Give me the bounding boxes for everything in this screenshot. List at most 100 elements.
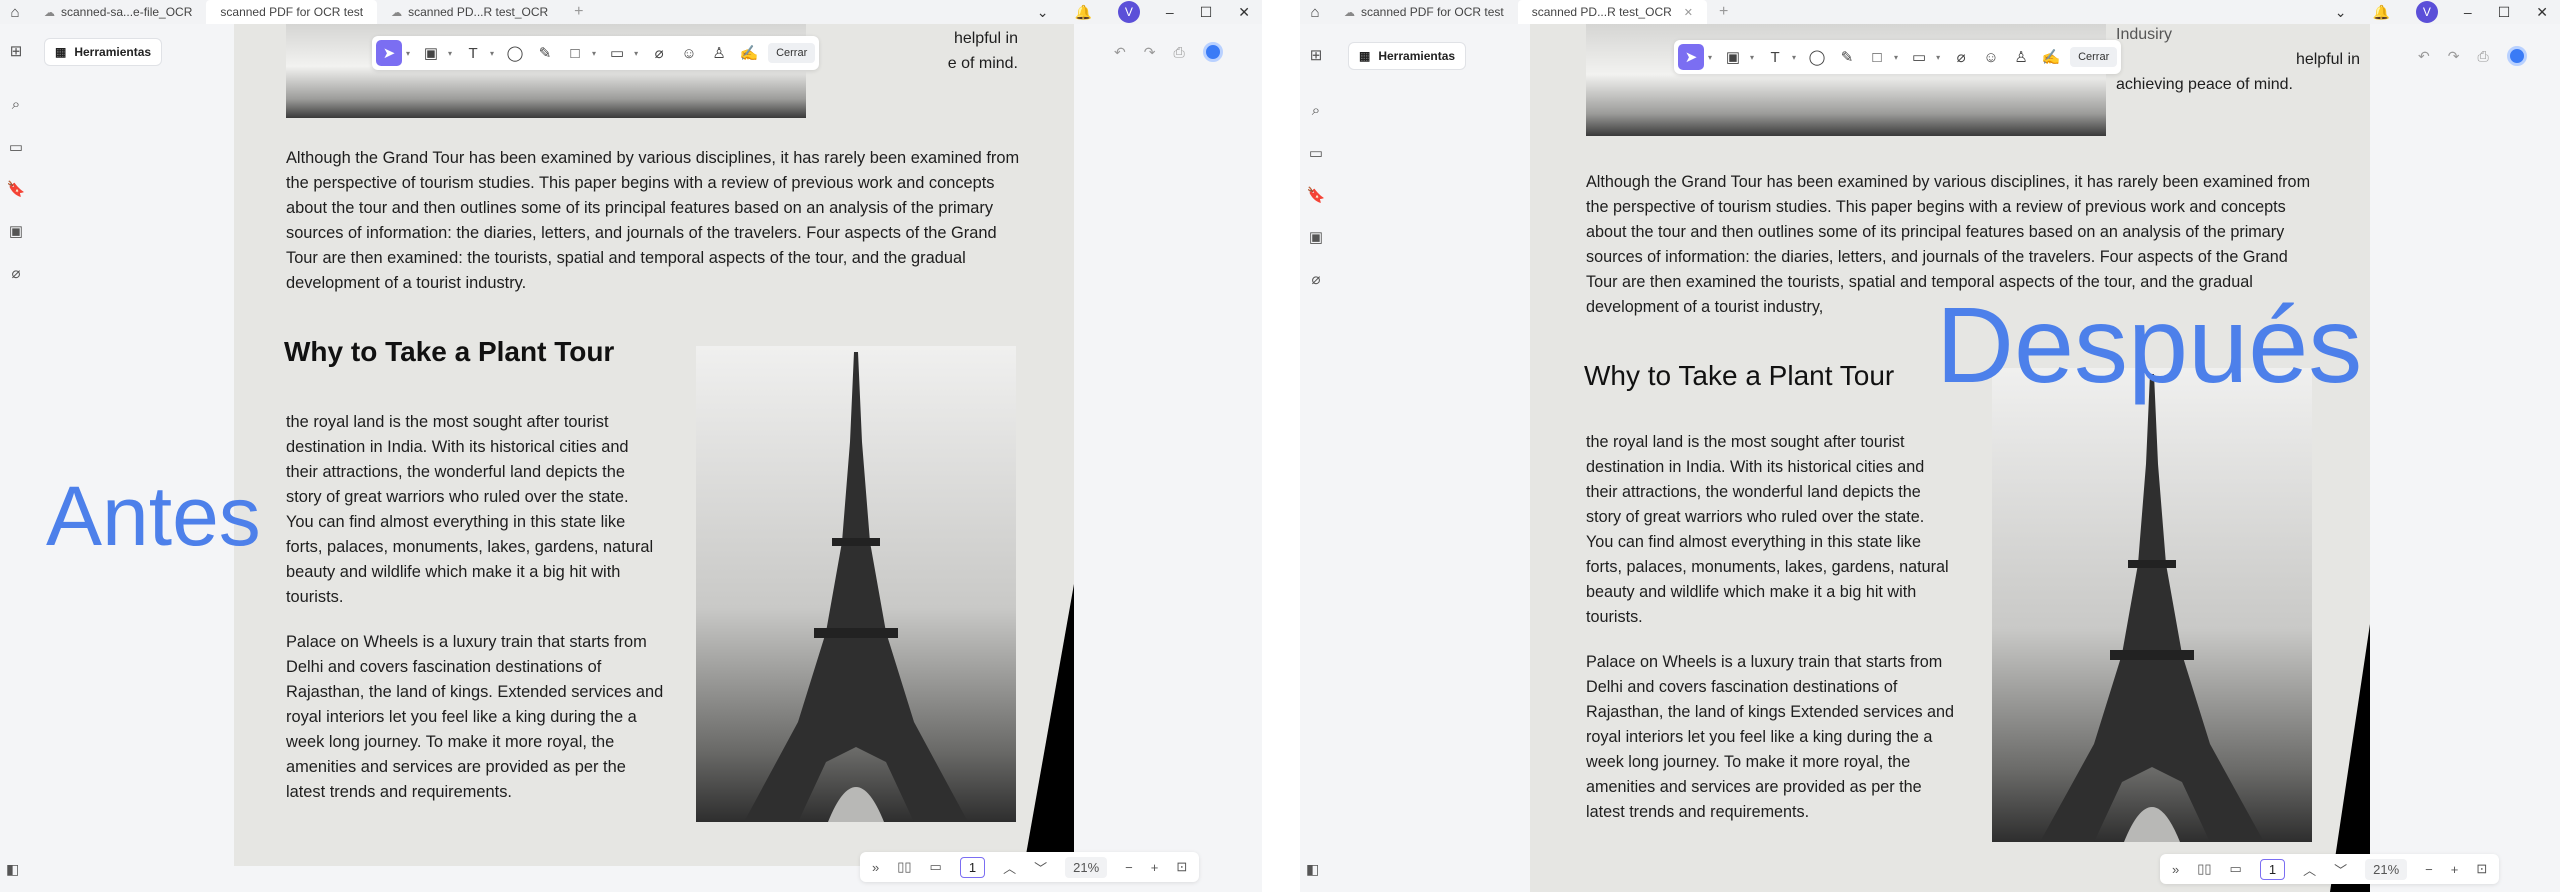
sticker-icon[interactable]: ☺ (1978, 44, 2004, 70)
attachment-icon[interactable]: ⌀ (646, 40, 672, 66)
text-icon[interactable]: T (1762, 44, 1788, 70)
search-icon[interactable]: ⌕ (6, 96, 26, 116)
attachment-icon[interactable]: ⌀ (1306, 270, 1326, 290)
form-field-icon[interactable]: ▭ (604, 40, 630, 66)
page-number-input[interactable]: 1 (959, 856, 986, 878)
chevron-down-icon[interactable]: ▾ (1792, 53, 1796, 62)
bell-icon[interactable]: 🔔 (1074, 4, 1091, 21)
pointer-icon[interactable]: ➤ (1678, 44, 1704, 70)
page-number-input[interactable]: 1 (2259, 858, 2286, 880)
ai-assistant-icon[interactable] (2506, 46, 2527, 66)
tab-scanned-pdf[interactable]: scanned PDF for OCR test (206, 0, 378, 24)
chevron-down-icon[interactable]: ▾ (1894, 53, 1898, 62)
home-icon[interactable]: ⌂ (1300, 4, 1330, 21)
save-icon[interactable]: ⎙ (2477, 48, 2488, 65)
minimize-icon[interactable]: – (2464, 4, 2472, 20)
bookmark-icon[interactable]: 🔖 (1306, 186, 1326, 206)
close-tab-icon[interactable]: ✕ (1684, 6, 1693, 19)
undo-icon[interactable]: ↶ (2418, 48, 2430, 65)
stamp-icon[interactable]: ♙ (706, 40, 732, 66)
close-toolbar-button[interactable]: Cerrar (2070, 47, 2118, 67)
tab-scanned-pdf[interactable]: ☁ scanned PDF for OCR test (1330, 0, 1518, 24)
rectangle-icon[interactable]: □ (562, 40, 588, 66)
comment-icon[interactable]: ▣ (6, 222, 26, 242)
chevron-down-icon[interactable]: ▾ (592, 49, 596, 58)
pages-icon[interactable]: ▭ (1306, 144, 1326, 164)
presentation-icon[interactable]: ▭ (930, 859, 942, 875)
chevron-down-icon[interactable]: ⌄ (2335, 4, 2347, 21)
chevron-down-icon[interactable]: ﹀ (1034, 858, 1047, 877)
chevron-down-icon[interactable]: ▾ (490, 49, 494, 58)
grid-icon[interactable]: ⊞ (1306, 46, 1326, 66)
tab-scanned-pdf-ocr[interactable]: scanned PD...R test_OCR ✕ (1517, 0, 1707, 24)
new-tab-icon[interactable]: + (1707, 3, 1740, 21)
maximize-icon[interactable]: ☐ (1200, 4, 1213, 21)
close-icon[interactable]: ✕ (1238, 4, 1250, 21)
undo-icon[interactable]: ↶ (1114, 44, 1126, 61)
comment-icon[interactable]: ▣ (1306, 228, 1326, 248)
chevron-down-icon[interactable]: ﹀ (2334, 860, 2347, 879)
attachment-icon[interactable]: ⌀ (6, 264, 26, 284)
comment-icon[interactable]: ◯ (502, 40, 528, 66)
zoom-in-icon[interactable]: + (1151, 860, 1159, 875)
pointer-icon[interactable]: ➤ (376, 40, 402, 66)
signature-icon[interactable]: ✍ (2038, 44, 2064, 70)
chevron-down-icon[interactable]: ▾ (1750, 53, 1754, 62)
bell-icon[interactable]: 🔔 (2372, 4, 2389, 21)
chevron-up-icon[interactable]: ︿ (2303, 860, 2316, 879)
chevron-down-icon[interactable]: ▾ (634, 49, 638, 58)
text-icon[interactable]: T (460, 40, 486, 66)
save-icon[interactable]: ⎙ (1173, 44, 1184, 61)
grid-icon[interactable]: ⊞ (6, 42, 26, 62)
avatar[interactable]: V (1117, 1, 1140, 23)
fit-page-icon[interactable]: ⊡ (1176, 859, 1187, 875)
expand-icon[interactable]: » (2172, 862, 2179, 877)
bookmark-icon[interactable]: 🔖 (6, 180, 26, 200)
presentation-icon[interactable]: ▭ (2230, 861, 2242, 877)
redo-icon[interactable]: ↷ (1144, 44, 1156, 61)
avatar[interactable]: V (2415, 1, 2438, 23)
zoom-out-icon[interactable]: − (2425, 862, 2433, 877)
zoom-out-icon[interactable]: − (1125, 860, 1133, 875)
pages-icon[interactable]: ▭ (6, 138, 26, 158)
stamp-icon[interactable]: ♙ (2008, 44, 2034, 70)
tools-button[interactable]: ▦ Herramientas (1348, 42, 1467, 70)
sticker-icon[interactable]: ☺ (676, 40, 702, 66)
chevron-down-icon[interactable]: ▾ (1936, 53, 1940, 62)
pen-icon[interactable]: ✎ (532, 40, 558, 66)
attachment-icon[interactable]: ⌀ (1948, 44, 1974, 70)
sidebar-toggle-icon[interactable]: ◧ (6, 861, 19, 878)
minimize-icon[interactable]: – (1166, 4, 1174, 20)
chevron-down-icon[interactable]: ▾ (1708, 53, 1712, 62)
comment-icon[interactable]: ◯ (1804, 44, 1830, 70)
expand-icon[interactable]: » (872, 860, 879, 875)
page-layout-icon[interactable]: ▯▯ (897, 859, 911, 875)
pen-icon[interactable]: ✎ (1834, 44, 1860, 70)
new-tab-icon[interactable]: + (562, 3, 595, 21)
zoom-in-icon[interactable]: + (2451, 862, 2459, 877)
rectangle-icon[interactable]: □ (1864, 44, 1890, 70)
tab-scanned-pdf-ocr[interactable]: ☁ scanned PD...R test_OCR (377, 0, 562, 24)
page-layout-icon[interactable]: ▯▯ (2197, 861, 2211, 877)
close-icon[interactable]: ✕ (2536, 4, 2548, 21)
close-toolbar-button[interactable]: Cerrar (768, 43, 816, 63)
fit-page-icon[interactable]: ⊡ (2476, 861, 2487, 877)
chevron-down-icon[interactable]: ⌄ (1037, 4, 1049, 21)
signature-icon[interactable]: ✍ (736, 40, 762, 66)
home-icon[interactable]: ⌂ (0, 4, 30, 21)
tab-ocr-sample[interactable]: ☁ scanned-sa...e-file_OCR (30, 0, 206, 24)
form-field-icon[interactable]: ▭ (1906, 44, 1932, 70)
chevron-down-icon[interactable]: ▾ (406, 49, 410, 58)
search-icon[interactable]: ⌕ (1306, 102, 1326, 122)
maximize-icon[interactable]: ☐ (2498, 4, 2511, 21)
ai-assistant-icon[interactable] (1202, 42, 1223, 62)
redo-icon[interactable]: ↷ (2448, 48, 2460, 65)
sidebar-toggle-icon[interactable]: ◧ (1306, 861, 1319, 878)
highlight-box-icon[interactable]: ▣ (1720, 44, 1746, 70)
chevron-up-icon[interactable]: ︿ (1003, 858, 1016, 877)
zoom-level[interactable]: 21% (2365, 858, 2408, 880)
highlight-box-icon[interactable]: ▣ (418, 40, 444, 66)
tools-button[interactable]: ▦ Herramientas (44, 38, 163, 66)
chevron-down-icon[interactable]: ▾ (448, 49, 452, 58)
zoom-level[interactable]: 21% (1065, 856, 1108, 878)
